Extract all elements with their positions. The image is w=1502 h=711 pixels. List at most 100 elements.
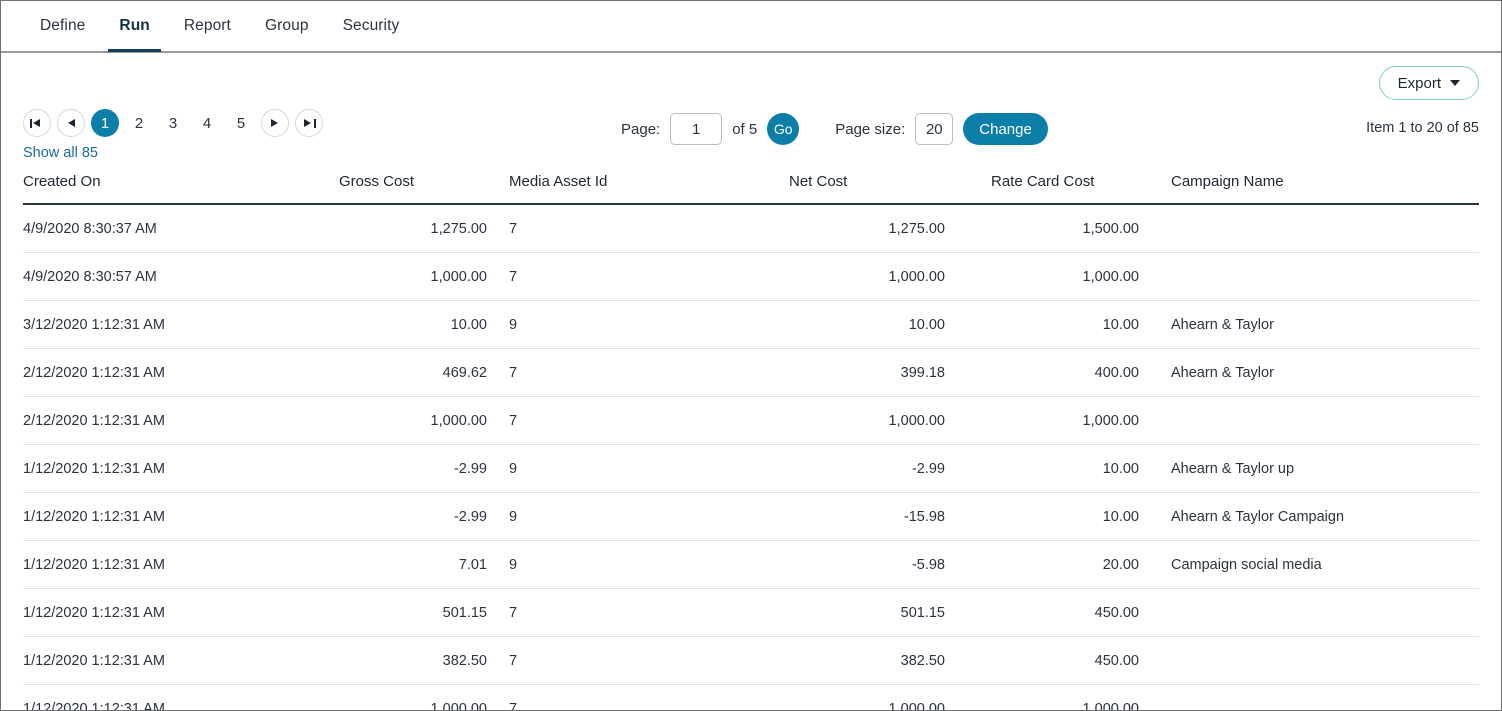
table-row[interactable]: 4/9/2020 8:30:37 AM 1,275.00 7 1,275.00 1,50…	[23, 204, 1479, 253]
cell-created-on: 1/12/2020 1:12:31 AM	[23, 588, 323, 637]
cell-media-asset-id: 9	[509, 300, 769, 349]
table-row[interactable]: 2/12/2020 1:12:31 AM 469.62 7 399.18 400.00 A…	[23, 348, 1479, 397]
page-number-input[interactable]	[670, 113, 723, 145]
show-all-link[interactable]: Show all 85	[23, 145, 98, 161]
cell-created-on: 1/12/2020 1:12:31 AM	[23, 636, 323, 685]
table-row[interactable]: 1/12/2020 1:12:31 AM 1,000.00 7 1,000.00 1,0…	[23, 684, 1479, 710]
cell-media-asset-id: 9	[509, 492, 769, 541]
table-row[interactable]: 1/12/2020 1:12:31 AM 382.50 7 382.50 450.00	[23, 636, 1479, 685]
cell-gross-cost: 382.50	[323, 636, 509, 685]
cell-rate-card-cost: 450.00	[969, 588, 1171, 637]
table-row[interactable]: 1/12/2020 1:12:31 AM 7.01 9 -5.98 20.00 Campa…	[23, 540, 1479, 589]
page-label: Page:	[621, 120, 661, 138]
cell-media-asset-id: 9	[509, 444, 769, 493]
table-row[interactable]: 1/12/2020 1:12:31 AM -2.99 9 -15.98 10.00 Ahe…	[23, 492, 1479, 541]
cell-rate-card-cost: 450.00	[969, 636, 1171, 685]
column-header-campaign-name[interactable]: Campaign Name	[1171, 165, 1479, 205]
cell-campaign-name: Ahearn & Taylor up	[1171, 444, 1479, 493]
cell-net-cost: 10.00	[769, 300, 969, 349]
change-page-size-button[interactable]: Change	[963, 113, 1048, 145]
cell-net-cost: -5.98	[769, 540, 969, 589]
go-button[interactable]: Go	[767, 113, 800, 145]
prev-page-icon	[64, 117, 78, 129]
cell-net-cost: 382.50	[769, 636, 969, 685]
cell-net-cost: 1,275.00	[769, 204, 969, 253]
page-total-label: of 5	[732, 120, 758, 138]
tab-define[interactable]: Define	[23, 1, 102, 50]
cell-rate-card-cost: 400.00	[969, 348, 1171, 397]
column-header-rate-card-cost[interactable]: Rate Card Cost	[969, 165, 1171, 205]
cell-gross-cost: 1,000.00	[323, 684, 509, 710]
cell-created-on: 3/12/2020 1:12:31 AM	[23, 300, 323, 349]
prev-page-button[interactable]	[57, 109, 85, 137]
page-button-4[interactable]: 4	[193, 109, 221, 137]
tab-run[interactable]: Run	[102, 1, 166, 51]
tab-report[interactable]: Report	[167, 1, 248, 50]
cell-net-cost: 1,000.00	[769, 252, 969, 301]
table-row[interactable]: 1/12/2020 1:12:31 AM 501.15 7 501.15 450.00	[23, 588, 1479, 637]
cell-campaign-name	[1171, 636, 1479, 685]
cell-gross-cost: 1,275.00	[323, 204, 509, 253]
cell-media-asset-id: 7	[509, 636, 769, 685]
export-button-label: Export	[1397, 74, 1441, 92]
cell-created-on: 1/12/2020 1:12:31 AM	[23, 684, 323, 710]
cell-rate-card-cost: 10.00	[969, 300, 1171, 349]
cell-campaign-name: Ahearn & Taylor Campaign	[1171, 492, 1479, 541]
table-row[interactable]: 2/12/2020 1:12:31 AM 1,000.00 7 1,000.00 1,0…	[23, 396, 1479, 445]
page-jump-controls: Page: of 5 Go Page size: Change	[621, 113, 1048, 145]
page-size-label: Page size:	[835, 120, 906, 138]
cell-rate-card-cost: 1,000.00	[969, 252, 1171, 301]
cell-rate-card-cost: 1,000.00	[969, 684, 1171, 710]
cell-net-cost: -2.99	[769, 444, 969, 493]
tab-security[interactable]: Security	[326, 1, 417, 50]
cell-rate-card-cost: 1,500.00	[969, 204, 1171, 253]
cell-gross-cost: 1,000.00	[323, 396, 509, 445]
column-header-gross-cost[interactable]: Gross Cost	[323, 165, 509, 205]
table-row[interactable]: 4/9/2020 8:30:57 AM 1,000.00 7 1,000.00 1,00…	[23, 252, 1479, 301]
pagination-row: 12345 Show all 85 Page: of 5 Go Page siz…	[1, 109, 1501, 165]
cell-net-cost: 399.18	[769, 348, 969, 397]
table-head: Created On Gross Cost Media Asset Id Net Co…	[23, 165, 1479, 205]
export-button[interactable]: Export	[1378, 66, 1479, 100]
column-header-media-asset-id[interactable]: Media Asset Id	[509, 165, 769, 205]
last-page-button[interactable]	[295, 109, 323, 137]
cell-created-on: 2/12/2020 1:12:31 AM	[23, 396, 323, 445]
first-page-button[interactable]	[23, 109, 51, 137]
next-page-icon	[268, 117, 282, 129]
cell-net-cost: -15.98	[769, 492, 969, 541]
item-count-label: Item 1 to 20 of 85	[1366, 120, 1479, 136]
page-button-3[interactable]: 3	[159, 109, 187, 137]
cell-gross-cost: -2.99	[323, 492, 509, 541]
page-button-5[interactable]: 5	[227, 109, 255, 137]
pagination-controls: 12345	[23, 109, 323, 137]
column-header-created-on[interactable]: Created On	[23, 165, 323, 205]
cell-media-asset-id: 7	[509, 252, 769, 301]
cell-created-on: 4/9/2020 8:30:37 AM	[23, 204, 323, 253]
page-button-1[interactable]: 1	[91, 109, 119, 137]
cell-created-on: 1/12/2020 1:12:31 AM	[23, 540, 323, 589]
results-table: Created On Gross Cost Media Asset Id Net Co…	[23, 165, 1479, 710]
cell-gross-cost: -2.99	[323, 444, 509, 493]
cell-media-asset-id: 7	[509, 204, 769, 253]
table-row[interactable]: 1/12/2020 1:12:31 AM -2.99 9 -2.99 10.00 Ahea…	[23, 444, 1479, 493]
cell-media-asset-id: 7	[509, 684, 769, 710]
cell-created-on: 1/12/2020 1:12:31 AM	[23, 492, 323, 541]
page-size-input[interactable]	[915, 113, 954, 145]
cell-campaign-name	[1171, 204, 1479, 253]
page-button-2[interactable]: 2	[125, 109, 153, 137]
cell-campaign-name: Ahearn & Taylor	[1171, 300, 1479, 349]
cell-gross-cost: 469.62	[323, 348, 509, 397]
tab-group[interactable]: Group	[248, 1, 326, 50]
cell-campaign-name	[1171, 252, 1479, 301]
cell-rate-card-cost: 10.00	[969, 492, 1171, 541]
cell-gross-cost: 7.01	[323, 540, 509, 589]
cell-created-on: 4/9/2020 8:30:57 AM	[23, 252, 323, 301]
next-page-button[interactable]	[261, 109, 289, 137]
column-header-net-cost[interactable]: Net Cost	[769, 165, 969, 205]
cell-rate-card-cost: 20.00	[969, 540, 1171, 589]
table-row[interactable]: 3/12/2020 1:12:31 AM 10.00 9 10.00 10.00 Ahea…	[23, 300, 1479, 349]
cell-gross-cost: 1,000.00	[323, 252, 509, 301]
table-header-row: Created On Gross Cost Media Asset Id Net Co…	[23, 165, 1479, 205]
cell-media-asset-id: 7	[509, 396, 769, 445]
main-tabbar: Define Run Report Group Security	[1, 1, 1501, 53]
